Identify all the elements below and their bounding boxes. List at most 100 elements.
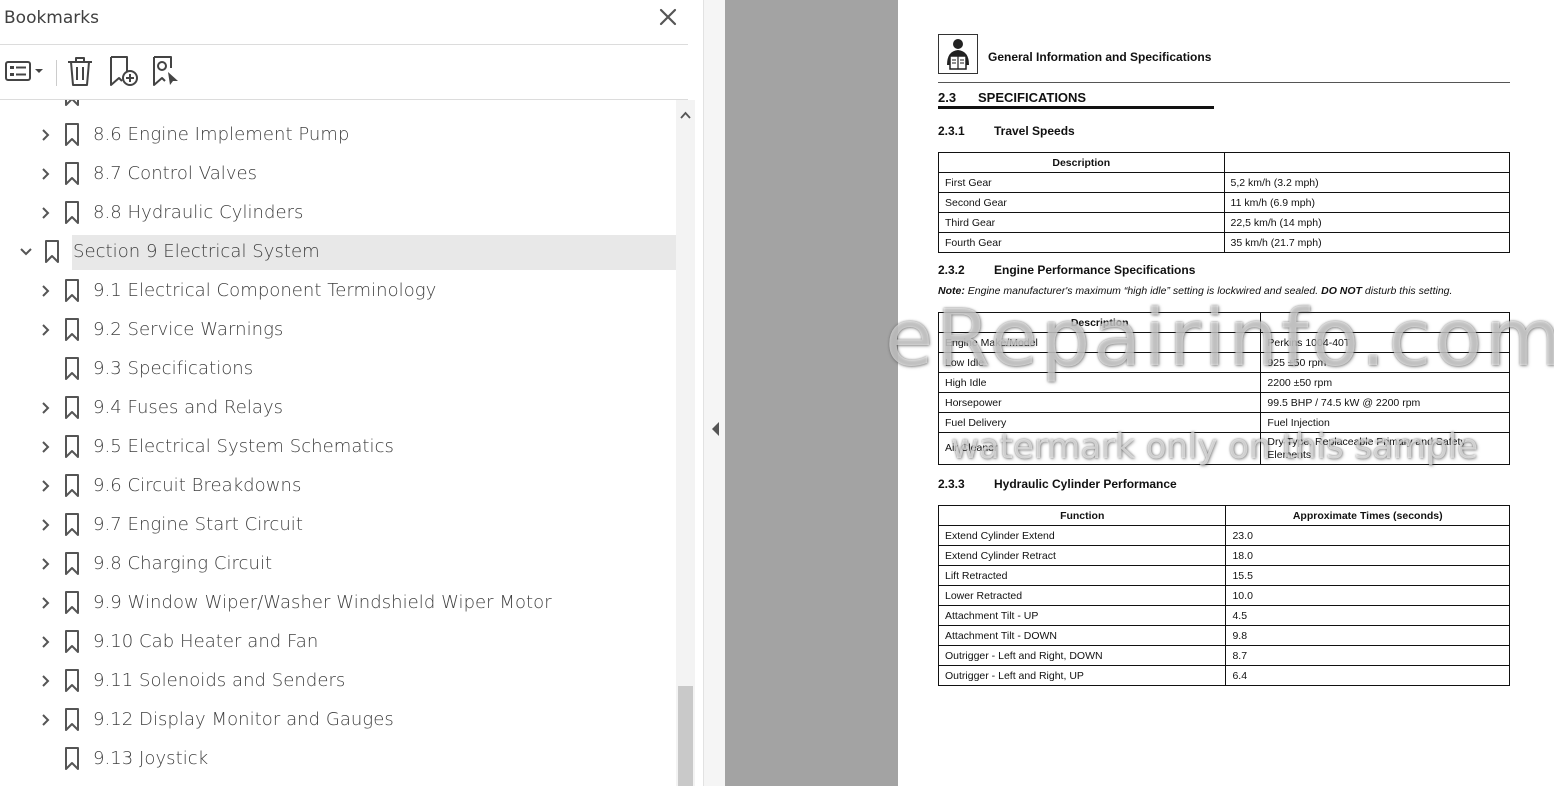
subsection-title: Engine Performance Specifications <box>994 263 1196 277</box>
bookmark-label: 9.13 Joystick <box>93 748 209 769</box>
bookmark-item[interactable]: 9.1 Electrical Component Terminology <box>0 274 676 313</box>
spec-label-cell: Low Idle <box>937 352 1262 373</box>
chevron-right-icon[interactable] <box>37 633 55 651</box>
spec-value-cell: 99.5 BHP / 74.5 kW @ 2200 rpm <box>1260 392 1510 413</box>
spec-value-cell: 22,5 km/h (14 mph) <box>1223 212 1511 233</box>
divider <box>0 44 688 45</box>
bookmark-item[interactable]: 9.9 Window Wiper/Washer Windshield Wiper… <box>0 586 676 625</box>
subsection-title: Hydraulic Cylinder Performance <box>994 477 1177 491</box>
bookmark-item[interactable]: 8.7 Control Valves <box>0 157 676 196</box>
chevron-right-icon[interactable] <box>37 204 55 222</box>
bookmark-label: 9.9 Window Wiper/Washer Windshield Wiper… <box>93 592 552 613</box>
close-panel-button[interactable] <box>656 5 680 29</box>
bookmark-icon <box>64 357 80 381</box>
table-row: Lift Retracted 15.5 <box>937 565 1510 586</box>
section-number: 2.3 <box>938 90 957 105</box>
chevron-right-icon[interactable] <box>37 594 55 612</box>
spec-value-cell: 10.0 <box>1225 585 1510 606</box>
bookmark-item[interactable]: Section 9 Electrical System <box>0 235 676 274</box>
bookmark-item[interactable]: 9.3 Specifications <box>0 352 676 391</box>
spec-value-cell: 15.5 <box>1225 565 1510 586</box>
note-text: Note: Engine manufacturer's maximum “hig… <box>938 285 1452 297</box>
bookmark-item[interactable]: 8.8 Hydraulic Cylinders <box>0 196 676 235</box>
subsection-number: 2.3.1 <box>938 124 965 138</box>
add-bookmark-button[interactable] <box>106 54 140 88</box>
panel-title: Bookmarks <box>4 8 99 28</box>
table-row: First Gear 5,2 km/h (3.2 mph) <box>938 172 1511 193</box>
chevron-right-icon[interactable] <box>37 711 55 729</box>
panel-splitter[interactable] <box>703 0 725 786</box>
scroll-up-button[interactable] <box>676 106 695 126</box>
spec-label-cell: Attachment Tilt - UP <box>937 605 1227 626</box>
bookmark-item[interactable]: 9.5 Electrical System Schematics <box>0 430 676 469</box>
table-row: Third Gear 22,5 km/h (14 mph) <box>938 212 1511 233</box>
spec-value-cell: 2200 ±50 rpm <box>1260 372 1510 393</box>
chevron-right-icon[interactable] <box>37 516 55 534</box>
bookmark-icon <box>64 435 80 459</box>
table-row: Second Gear 11 km/h (6.9 mph) <box>938 192 1511 213</box>
table-row: Outrigger - Left and Right, DOWN 8.7 <box>937 645 1510 666</box>
bookmark-item[interactable]: 9.4 Fuses and Relays <box>0 391 676 430</box>
chevron-right-icon[interactable] <box>37 438 55 456</box>
spec-label-cell: Fourth Gear <box>938 232 1225 253</box>
note-label: Note: <box>938 285 965 297</box>
subsection-title: Travel Speeds <box>994 124 1075 138</box>
operator-manual-icon <box>938 34 978 74</box>
spec-value-cell: Dry Type, Replaceable Primary and Safety… <box>1260 432 1510 465</box>
spec-value-cell: 23.0 <box>1225 525 1510 546</box>
bookmark-item[interactable]: 9.12 Display Monitor and Gauges <box>0 703 676 742</box>
chevron-right-icon[interactable] <box>37 477 55 495</box>
chevron-right-icon[interactable] <box>37 555 55 573</box>
options-menu-button[interactable] <box>4 54 46 88</box>
bookmark-icon <box>64 708 80 732</box>
chevron-right-icon[interactable] <box>37 321 55 339</box>
spec-value-cell: 6.4 <box>1225 665 1510 686</box>
spec-label-cell: Second Gear <box>938 192 1225 213</box>
collapse-panel-button[interactable] <box>710 421 720 437</box>
travel-speeds-table: Description First Gear 5,2 km/h (3.2 mph)… <box>938 152 1511 253</box>
bookmark-icon <box>64 747 80 771</box>
find-bookmark-button[interactable] <box>150 54 184 88</box>
spec-value-cell: 11 km/h (6.9 mph) <box>1223 192 1511 213</box>
bookmark-label: Section 9 Electrical System <box>73 241 320 262</box>
bookmark-item[interactable]: 9.6 Circuit Breakdowns <box>0 469 676 508</box>
scroll-thumb[interactable] <box>678 686 693 786</box>
chevron-right-icon[interactable] <box>37 126 55 144</box>
bookmarks-toolbar <box>0 50 688 94</box>
chevron-right-icon[interactable] <box>37 282 55 300</box>
bookmark-icon <box>64 201 80 225</box>
bookmark-item[interactable]: 9.2 Service Warnings <box>0 313 676 352</box>
spec-label-cell: Lift Retracted <box>937 565 1227 586</box>
column-header <box>1260 312 1510 333</box>
bookmark-item[interactable]: 9.10 Cab Heater and Fan <box>0 625 676 664</box>
table-row: High Idle 2200 ±50 rpm <box>937 372 1510 393</box>
delete-bookmark-button[interactable] <box>64 54 96 88</box>
chevron-right-icon[interactable] <box>37 165 55 183</box>
bookmark-item[interactable]: 8.6 Engine Implement Pump <box>0 118 676 157</box>
subsection-heading: 2.3.2 Engine Performance Specifications <box>938 263 1195 277</box>
chevron-right-icon[interactable] <box>37 672 55 690</box>
trash-icon <box>68 57 92 86</box>
chevron-down-icon[interactable] <box>17 243 35 261</box>
spec-label-cell: Air Cleaner <box>937 432 1262 465</box>
chevron-right-icon[interactable] <box>37 399 55 417</box>
chevron-up-icon <box>680 111 691 119</box>
bookmark-item[interactable]: 9.13 Joystick <box>0 742 676 781</box>
bookmark-icon <box>64 318 80 342</box>
bookmark-icon <box>64 100 80 112</box>
subsection-number: 2.3.3 <box>938 477 965 491</box>
bookmark-item[interactable]: 9.8 Charging Circuit <box>0 547 676 586</box>
bookmark-tree: 8.6 Engine Implement Pump 8.7 Control Val… <box>0 100 676 786</box>
table-row: Engine Make/Model Perkins 1004-40T <box>937 332 1510 353</box>
bookmark-icon <box>64 162 80 186</box>
spec-label-cell: Engine Make/Model <box>937 332 1262 353</box>
bookmark-item[interactable]: 9.11 Solenoids and Senders <box>0 664 676 703</box>
bookmarks-scrollbar[interactable] <box>676 100 695 786</box>
bookmarks-panel: Bookmarks 8.6 Engine Implement Pump 8.7 … <box>0 0 703 786</box>
note-emphasis: DO NOT <box>1321 285 1362 297</box>
bookmark-item[interactable]: 9.7 Engine Start Circuit <box>0 508 676 547</box>
bookmark-icon <box>64 474 80 498</box>
document-header: General Information and Specifications <box>988 50 1212 64</box>
header-rule <box>938 82 1510 83</box>
bookmark-icon <box>64 669 80 693</box>
